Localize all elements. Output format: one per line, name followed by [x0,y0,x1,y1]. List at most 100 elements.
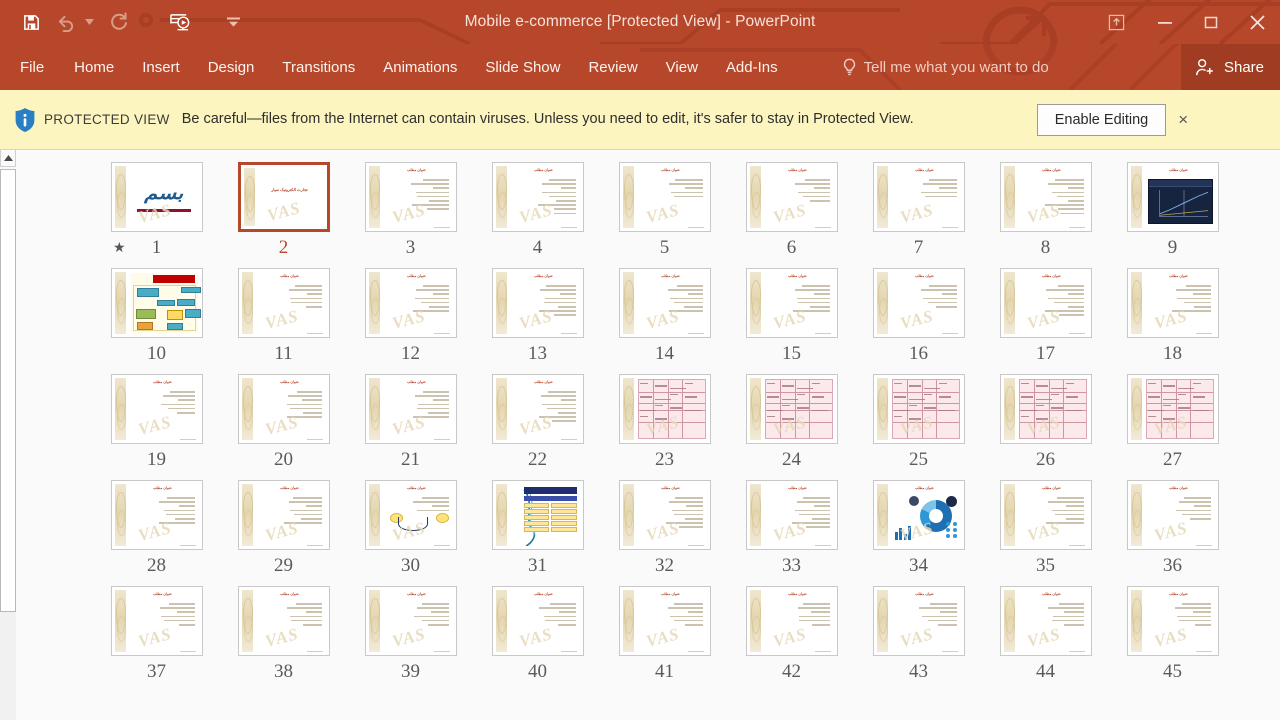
restore-icon[interactable] [1188,0,1234,44]
slide-thumbnail-37[interactable]: عنوان مطلب VAS 37 [93,586,220,681]
slide-thumbnail-42[interactable]: عنوان مطلب VAS 42 [728,586,855,681]
slide-thumbnail-43[interactable]: عنوان مطلب VAS 43 [855,586,982,681]
scrollbar-thumb[interactable] [0,169,16,612]
slide-preview[interactable]: عنوان مطلب VAS [619,586,711,656]
slide-thumbnail-24[interactable]: VAS 24 [728,374,855,469]
tab-insert[interactable]: Insert [128,44,194,90]
undo-dropdown-icon[interactable] [82,7,96,37]
close-icon[interactable] [1234,0,1280,44]
slide-thumbnail-1[interactable]: بسم VAS 1 ★ [93,162,220,257]
scroll-up-button[interactable] [0,150,16,167]
slide-preview[interactable]: عنوان مطلب VAS [492,374,584,444]
vertical-scrollbar[interactable] [0,150,16,720]
slide-preview[interactable]: VAS [1127,374,1219,444]
slide-preview[interactable]: بسم VAS [111,162,203,232]
tab-design[interactable]: Design [194,44,269,90]
slide-preview[interactable]: VAS [1000,374,1092,444]
ribbon-display-options-icon[interactable] [1090,0,1142,44]
slide-thumbnail-45[interactable]: عنوان مطلب VAS 45 [1109,586,1236,681]
slide-preview[interactable]: عنوان مطلب VAS [111,586,203,656]
slide-thumbnail-26[interactable]: VAS 26 [982,374,1109,469]
save-icon[interactable] [14,7,48,37]
slide-thumbnail-35[interactable]: عنوان مطلب VAS 35 [982,480,1109,575]
slide-preview[interactable]: عنوان مطلب VAS [619,162,711,232]
slide-preview[interactable]: VAS [746,374,838,444]
slide-thumbnail-13[interactable]: عنوان مطلب VAS 13 [474,268,601,363]
slide-thumbnail-27[interactable]: VAS 27 [1109,374,1236,469]
close-protected-view-icon[interactable]: × [1172,110,1192,130]
undo-icon[interactable] [48,7,82,37]
slide-thumbnail-19[interactable]: عنوان مطلب VAS 19 [93,374,220,469]
slide-preview[interactable]: عنوان مطلب VAS [492,162,584,232]
slide-thumbnail-41[interactable]: عنوان مطلب VAS 41 [601,586,728,681]
slide-preview[interactable] [492,480,584,550]
slide-preview[interactable]: عنوان مطلب VAS [1127,480,1219,550]
minimize-icon[interactable] [1142,0,1188,44]
tab-animations[interactable]: Animations [369,44,471,90]
slide-preview[interactable]: عنوان مطلب VAS [1000,162,1092,232]
slide-thumbnail-34[interactable]: عنوان مطلب VAS 34 [855,480,982,575]
slide-thumbnail-44[interactable]: عنوان مطلب VAS 44 [982,586,1109,681]
slide-thumbnail-14[interactable]: عنوان مطلب VAS 14 [601,268,728,363]
slide-preview[interactable]: عنوان مطلب [1127,162,1219,232]
slide-thumbnail-38[interactable]: عنوان مطلب VAS 38 [220,586,347,681]
slide-thumbnail-12[interactable]: عنوان مطلب VAS 12 [347,268,474,363]
slide-thumbnail-23[interactable]: VAS 23 [601,374,728,469]
slide-thumbnail-28[interactable]: عنوان مطلب VAS 28 [93,480,220,575]
slide-thumbnail-25[interactable]: VAS 25 [855,374,982,469]
tab-add-ins[interactable]: Add-Ins [712,44,792,90]
tab-review[interactable]: Review [574,44,651,90]
slide-preview[interactable]: عنوان مطلب VAS [111,374,203,444]
slide-thumbnail-11[interactable]: عنوان مطلب VAS 11 [220,268,347,363]
slide-preview[interactable]: عنوان مطلب VAS [873,480,965,550]
slide-preview[interactable]: عنوان مطلب VAS [873,586,965,656]
slide-thumbnail-20[interactable]: عنوان مطلب VAS 20 [220,374,347,469]
slide-thumbnail-9[interactable]: عنوان مطلب 9 [1109,162,1236,257]
slide-preview[interactable]: عنوان مطلب VAS [365,586,457,656]
slide-preview[interactable]: عنوان مطلب VAS [365,374,457,444]
slide-thumbnail-4[interactable]: عنوان مطلب VAS 4 [474,162,601,257]
slide-preview[interactable]: عنوان مطلب VAS [1127,268,1219,338]
slide-preview[interactable]: عنوان مطلب VAS [365,162,457,232]
tab-transitions[interactable]: Transitions [268,44,369,90]
slide-thumbnail-33[interactable]: عنوان مطلب VAS 33 [728,480,855,575]
slide-thumbnail-8[interactable]: عنوان مطلب VAS 8 [982,162,1109,257]
slide-thumbnail-29[interactable]: عنوان مطلب VAS 29 [220,480,347,575]
slide-preview[interactable]: عنوان مطلب VAS [746,162,838,232]
slide-thumbnail-2[interactable]: تجارت الکترونیک سیار VAS 2 [220,162,347,257]
tell-me-search[interactable]: Tell me what you want to do [842,44,1049,90]
slide-preview[interactable]: VAS [873,374,965,444]
slide-thumbnail-32[interactable]: عنوان مطلب VAS 32 [601,480,728,575]
slide-thumbnail-39[interactable]: عنوان مطلب VAS 39 [347,586,474,681]
slide-preview[interactable]: عنوان مطلب VAS [238,480,330,550]
slide-preview[interactable]: عنوان مطلب VAS [365,268,457,338]
slide-preview[interactable]: عنوان مطلب VAS [746,268,838,338]
slide-preview[interactable]: عنوان مطلب VAS [746,480,838,550]
slide-preview[interactable]: عنوان مطلب VAS [238,268,330,338]
slide-thumbnail-30[interactable]: عنوان مطلب VAS 30 [347,480,474,575]
slide-thumbnail-40[interactable]: عنوان مطلب VAS 40 [474,586,601,681]
slide-preview[interactable]: عنوان مطلب VAS [619,268,711,338]
redo-icon[interactable] [102,7,136,37]
slide-thumbnail-36[interactable]: عنوان مطلب VAS 36 [1109,480,1236,575]
slide-preview[interactable]: عنوان مطلب VAS [1000,268,1092,338]
slide-thumbnail-3[interactable]: عنوان مطلب VAS 3 [347,162,474,257]
slide-preview[interactable]: عنوان مطلب VAS [873,268,965,338]
slide-preview[interactable]: VAS [619,374,711,444]
slide-preview[interactable]: عنوان مطلب VAS [1000,480,1092,550]
start-slideshow-icon[interactable] [162,7,196,37]
slide-thumbnail-15[interactable]: عنوان مطلب VAS 15 [728,268,855,363]
slide-preview[interactable]: تجارت الکترونیک سیار VAS [238,162,330,232]
slide-preview[interactable]: عنوان مطلب VAS [111,480,203,550]
slide-preview[interactable]: عنوان مطلب VAS [365,480,457,550]
slide-preview[interactable]: عنوان مطلب VAS [873,162,965,232]
slide-thumbnail-6[interactable]: عنوان مطلب VAS 6 [728,162,855,257]
tab-home[interactable]: Home [60,44,128,90]
slide-preview[interactable]: عنوان مطلب VAS [746,586,838,656]
slide-preview[interactable] [111,268,203,338]
customize-quick-access-toolbar-icon[interactable] [226,7,240,37]
slide-preview[interactable]: عنوان مطلب VAS [1000,586,1092,656]
slide-thumbnail-17[interactable]: عنوان مطلب VAS 17 [982,268,1109,363]
slide-thumbnail-7[interactable]: عنوان مطلب VAS 7 [855,162,982,257]
slide-preview[interactable]: عنوان مطلب VAS [238,586,330,656]
